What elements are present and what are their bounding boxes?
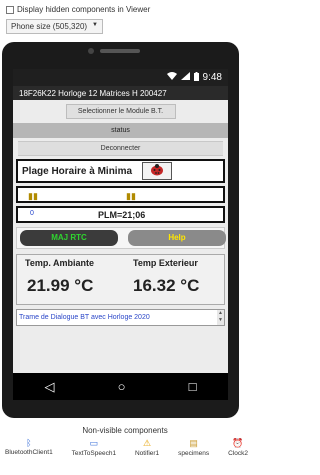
app-title-bar: 18F26K22 Horloge 12 Matrices H 200427 <box>13 86 228 100</box>
nonvisible-item-tts[interactable]: ▭ TextToSpeech1 <box>72 438 116 457</box>
speaker-grille <box>100 49 140 53</box>
action-buttons-row: MAJ RTC Help <box>16 227 226 249</box>
plage-title: Plage Horaire à Minima <box>22 165 133 177</box>
nonvisible-item-bluetooth[interactable]: ᛒ BluetoothClient1 <box>5 438 53 457</box>
plm-number: 0 <box>30 210 34 217</box>
select-bt-module-button[interactable]: Selectionner le Module B.T. <box>65 104 176 119</box>
hidden-components-toggle[interactable]: Display hidden components in Viewer <box>6 5 150 14</box>
clock-icon: ⏰ <box>232 438 244 448</box>
temp-ambiante-label: Temp. Ambiante <box>25 258 95 268</box>
nonvisible-title: Non-visible components <box>82 426 168 435</box>
temperature-panel: Temp. Ambiante 21.99 °C Temp Exterieur 1… <box>16 254 225 305</box>
battery-icon <box>193 71 199 84</box>
picker-row: ▮▮ ▮▮ <box>16 186 225 203</box>
temp-ambiante-value: 21.99 °C <box>27 276 94 295</box>
camera-icon <box>88 48 94 54</box>
nonvisible-item-specimens[interactable]: ▤ specimens <box>178 438 209 457</box>
phone-frame: 9:48 18F26K22 Horloge 12 Matrices H 2004… <box>2 42 239 418</box>
app-title: 18F26K22 Horloge 12 Matrices H 200427 <box>19 88 167 98</box>
wifi-icon <box>166 72 177 83</box>
nonvisible-components: ᛒ BluetoothClient1 ▭ TextToSpeech1 ⚠ Not… <box>5 438 248 457</box>
temp-exterieur-value: 16.32 °C <box>133 276 200 295</box>
scrollbar[interactable]: ▲ ▼ <box>217 310 224 325</box>
warning-icon: ⚠ <box>143 438 152 448</box>
trame-text: Trame de Dialogue BT avec Horloge 2020 <box>19 314 150 321</box>
back-icon[interactable]: ◁ <box>45 379 55 395</box>
phone-screen: 9:48 18F26K22 Horloge 12 Matrices H 2004… <box>13 69 228 387</box>
phone-size-value: Phone size (505,320) <box>11 22 88 31</box>
bluetooth-icon: ᛒ <box>26 438 32 448</box>
status-label: status <box>13 123 228 138</box>
hidden-components-label: Display hidden components in Viewer <box>17 5 151 14</box>
temp-exterieur-label: Temp Exterieur <box>133 258 198 268</box>
phone-size-select[interactable]: Phone size (505,320) ▼ <box>6 19 103 34</box>
chevron-down-icon: ▼ <box>92 22 98 28</box>
time-picker-icon[interactable]: ▮▮ <box>126 191 136 202</box>
status-bar: 9:48 <box>13 69 228 86</box>
recents-icon[interactable]: □ <box>189 379 197 394</box>
hidden-components-checkbox[interactable] <box>6 5 14 14</box>
maj-rtc-button[interactable]: MAJ RTC <box>20 230 118 246</box>
speech-icon: ▭ <box>89 438 99 448</box>
ladybug-icon <box>150 163 164 179</box>
plm-value: PLM=21;06 <box>98 210 146 220</box>
plm-row: 0 PLM=21;06 <box>16 206 225 223</box>
time-picker-icon[interactable]: ▮▮ <box>28 191 38 202</box>
android-nav-bar: ◁ ○ □ <box>13 373 228 400</box>
database-icon: ▤ <box>189 438 198 448</box>
home-icon[interactable]: ○ <box>118 379 126 394</box>
signal-icon <box>180 72 190 83</box>
nonvisible-item-clock[interactable]: ⏰ Clock2 <box>228 438 248 457</box>
nonvisible-item-label: BluetoothClient1 <box>5 449 53 456</box>
help-button[interactable]: Help <box>128 230 226 246</box>
nonvisible-item-label: TextToSpeech1 <box>71 450 117 457</box>
nonvisible-item-label: Notifier1 <box>134 450 160 457</box>
nonvisible-item-notifier[interactable]: ⚠ Notifier1 <box>135 438 159 457</box>
trame-dialogue-box[interactable]: Trame de Dialogue BT avec Horloge 2020 ▲… <box>16 309 225 326</box>
nonvisible-item-label: Clock2 <box>228 450 248 457</box>
ladybug-button[interactable] <box>142 162 173 180</box>
plage-horaire-row: Plage Horaire à Minima <box>16 159 225 183</box>
disconnect-button[interactable]: Deconnecter <box>18 141 223 156</box>
nonvisible-item-label: specimens <box>178 450 210 457</box>
status-time: 9:48 <box>202 72 222 83</box>
